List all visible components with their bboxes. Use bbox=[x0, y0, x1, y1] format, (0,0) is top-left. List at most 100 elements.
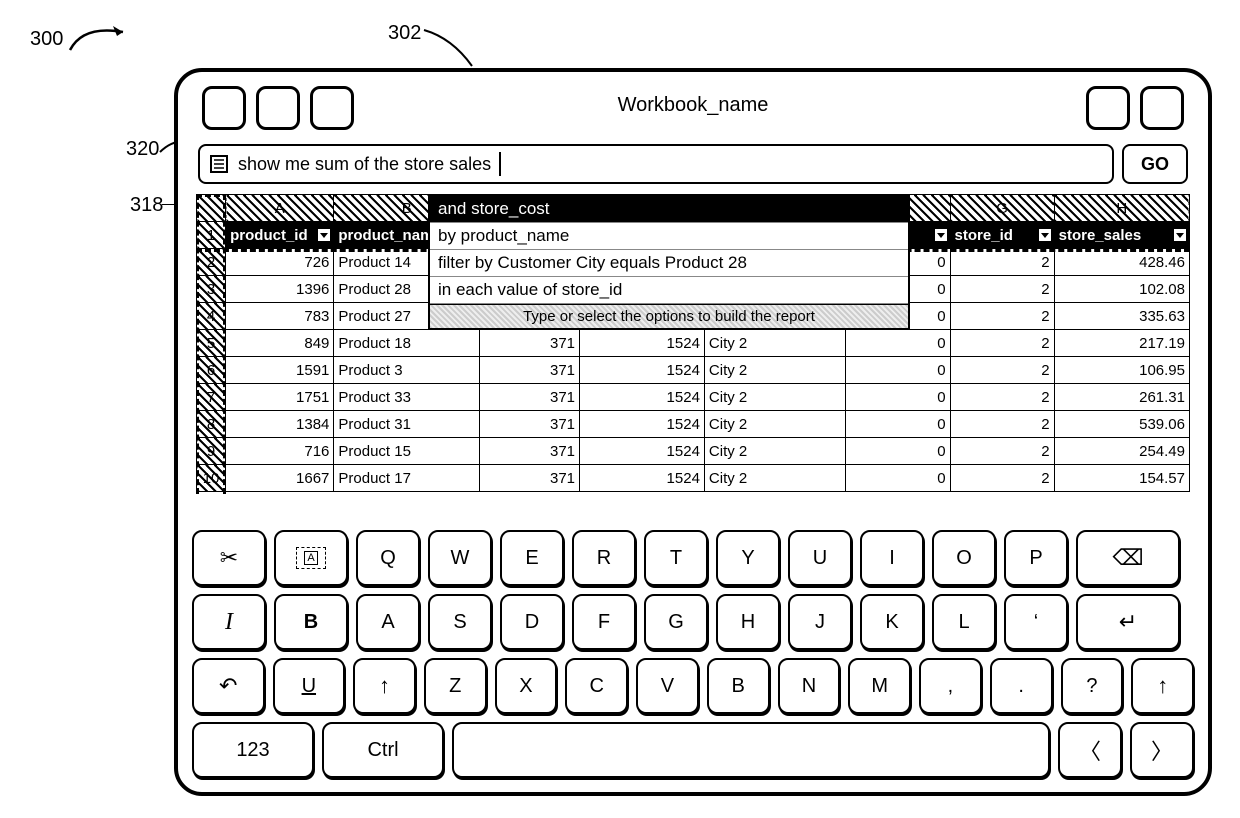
row-header[interactable]: 4 bbox=[197, 303, 226, 330]
cell[interactable]: Product 15 bbox=[334, 438, 480, 465]
cell[interactable]: 0 bbox=[846, 330, 950, 357]
key-letter[interactable]: X bbox=[495, 658, 558, 714]
cell[interactable]: 2 bbox=[950, 357, 1054, 384]
row-header[interactable]: 6 bbox=[197, 357, 226, 384]
cell[interactable]: 0 bbox=[846, 465, 950, 492]
corner-cell[interactable] bbox=[197, 195, 226, 222]
spreadsheet[interactable]: A B C D E F G H 1 product_id product_nam… bbox=[196, 194, 1190, 494]
row-header[interactable]: 1 bbox=[197, 222, 226, 249]
key-undo[interactable]: ↶ bbox=[192, 658, 265, 714]
key-letter[interactable]: O bbox=[932, 530, 996, 586]
cell[interactable]: Product 33 bbox=[334, 384, 480, 411]
query-input[interactable]: show me sum of the store sales bbox=[198, 144, 1114, 184]
cell[interactable]: 2 bbox=[950, 276, 1054, 303]
key-letter[interactable]: R bbox=[572, 530, 636, 586]
cell[interactable]: 849 bbox=[226, 330, 334, 357]
cell[interactable]: Product 3 bbox=[334, 357, 480, 384]
key-letter[interactable]: Z bbox=[424, 658, 487, 714]
cell[interactable]: 102.08 bbox=[1054, 276, 1189, 303]
go-button[interactable]: GO bbox=[1122, 144, 1188, 184]
key-letter[interactable]: G bbox=[644, 594, 708, 650]
cell[interactable]: 1667 bbox=[226, 465, 334, 492]
cell[interactable]: 716 bbox=[226, 438, 334, 465]
key-letter[interactable]: C bbox=[565, 658, 628, 714]
key-letter[interactable]: S bbox=[428, 594, 492, 650]
key-shift[interactable]: ↑ bbox=[353, 658, 416, 714]
key-space[interactable] bbox=[452, 722, 1050, 778]
cell[interactable]: City 2 bbox=[704, 411, 846, 438]
col-header[interactable]: H bbox=[1054, 195, 1189, 222]
cell[interactable]: 1524 bbox=[580, 411, 705, 438]
key-shift[interactable]: ↑ bbox=[1131, 658, 1194, 714]
key-letter[interactable]: M bbox=[848, 658, 911, 714]
cell[interactable]: 371 bbox=[480, 411, 580, 438]
cell[interactable]: 1524 bbox=[580, 384, 705, 411]
cell[interactable]: 335.63 bbox=[1054, 303, 1189, 330]
field-header[interactable]: store_sales bbox=[1054, 222, 1189, 249]
row-header[interactable]: 10 bbox=[197, 465, 226, 492]
key-letter[interactable]: . bbox=[990, 658, 1053, 714]
cell[interactable]: City 2 bbox=[704, 384, 846, 411]
row-header[interactable]: 3 bbox=[197, 276, 226, 303]
key-letter[interactable]: B bbox=[707, 658, 770, 714]
cell[interactable]: 1384 bbox=[226, 411, 334, 438]
key-letter[interactable]: Q bbox=[356, 530, 420, 586]
cell[interactable]: 726 bbox=[226, 249, 334, 276]
cell[interactable]: 371 bbox=[480, 357, 580, 384]
key-enter[interactable]: ↵ bbox=[1076, 594, 1180, 650]
cell[interactable]: Product 31 bbox=[334, 411, 480, 438]
key-letter[interactable]: J bbox=[788, 594, 852, 650]
key-letter[interactable]: H bbox=[716, 594, 780, 650]
cell[interactable]: 783 bbox=[226, 303, 334, 330]
row-header[interactable]: 7 bbox=[197, 384, 226, 411]
key-letter[interactable]: V bbox=[636, 658, 699, 714]
dropdown-icon[interactable] bbox=[934, 228, 948, 242]
suggestion-item[interactable]: and store_cost bbox=[430, 196, 908, 223]
suggestion-item[interactable]: filter by Customer City equals Product 2… bbox=[430, 250, 908, 277]
cell[interactable]: 217.19 bbox=[1054, 330, 1189, 357]
cell[interactable]: 106.95 bbox=[1054, 357, 1189, 384]
row-header[interactable]: 5 bbox=[197, 330, 226, 357]
cell[interactable]: 0 bbox=[846, 384, 950, 411]
cell[interactable]: 261.31 bbox=[1054, 384, 1189, 411]
cell[interactable]: 1396 bbox=[226, 276, 334, 303]
key-select-all[interactable] bbox=[274, 530, 348, 586]
cell[interactable]: 0 bbox=[846, 411, 950, 438]
key-bold[interactable]: B bbox=[274, 594, 348, 650]
key-underline[interactable]: U bbox=[273, 658, 346, 714]
cell[interactable]: 371 bbox=[480, 465, 580, 492]
key-letter[interactable]: T bbox=[644, 530, 708, 586]
key-letter[interactable]: Y bbox=[716, 530, 780, 586]
col-header[interactable]: A bbox=[226, 195, 334, 222]
key-letter[interactable]: N bbox=[778, 658, 841, 714]
cell[interactable]: 1591 bbox=[226, 357, 334, 384]
key-letter[interactable]: ? bbox=[1061, 658, 1124, 714]
key-letter[interactable]: A bbox=[356, 594, 420, 650]
key-letter[interactable]: D bbox=[500, 594, 564, 650]
dropdown-icon[interactable] bbox=[1173, 228, 1187, 242]
key-letter[interactable]: I bbox=[860, 530, 924, 586]
cell[interactable]: 2 bbox=[950, 303, 1054, 330]
key-cut[interactable]: ✂ bbox=[192, 530, 266, 586]
key-letter[interactable]: F bbox=[572, 594, 636, 650]
cell[interactable]: 2 bbox=[950, 438, 1054, 465]
key-ctrl[interactable]: Ctrl bbox=[322, 722, 444, 778]
dropdown-icon[interactable] bbox=[1038, 228, 1052, 242]
cell[interactable]: 428.46 bbox=[1054, 249, 1189, 276]
key-letter[interactable]: , bbox=[919, 658, 982, 714]
key-right[interactable]: 〉 bbox=[1130, 722, 1194, 778]
key-left[interactable]: 〈 bbox=[1058, 722, 1122, 778]
key-letter[interactable]: E bbox=[500, 530, 564, 586]
cell[interactable]: 371 bbox=[480, 384, 580, 411]
cell[interactable]: 154.57 bbox=[1054, 465, 1189, 492]
key-numbers[interactable]: 123 bbox=[192, 722, 314, 778]
cell[interactable]: City 2 bbox=[704, 330, 846, 357]
row-header[interactable]: 2 bbox=[197, 249, 226, 276]
cell[interactable]: 2 bbox=[950, 384, 1054, 411]
cell[interactable]: 1524 bbox=[580, 438, 705, 465]
cell[interactable]: 0 bbox=[846, 438, 950, 465]
key-backspace[interactable]: ⌫ bbox=[1076, 530, 1180, 586]
field-header[interactable]: product_id bbox=[226, 222, 334, 249]
key-letter[interactable]: L bbox=[932, 594, 996, 650]
cell[interactable]: 2 bbox=[950, 330, 1054, 357]
